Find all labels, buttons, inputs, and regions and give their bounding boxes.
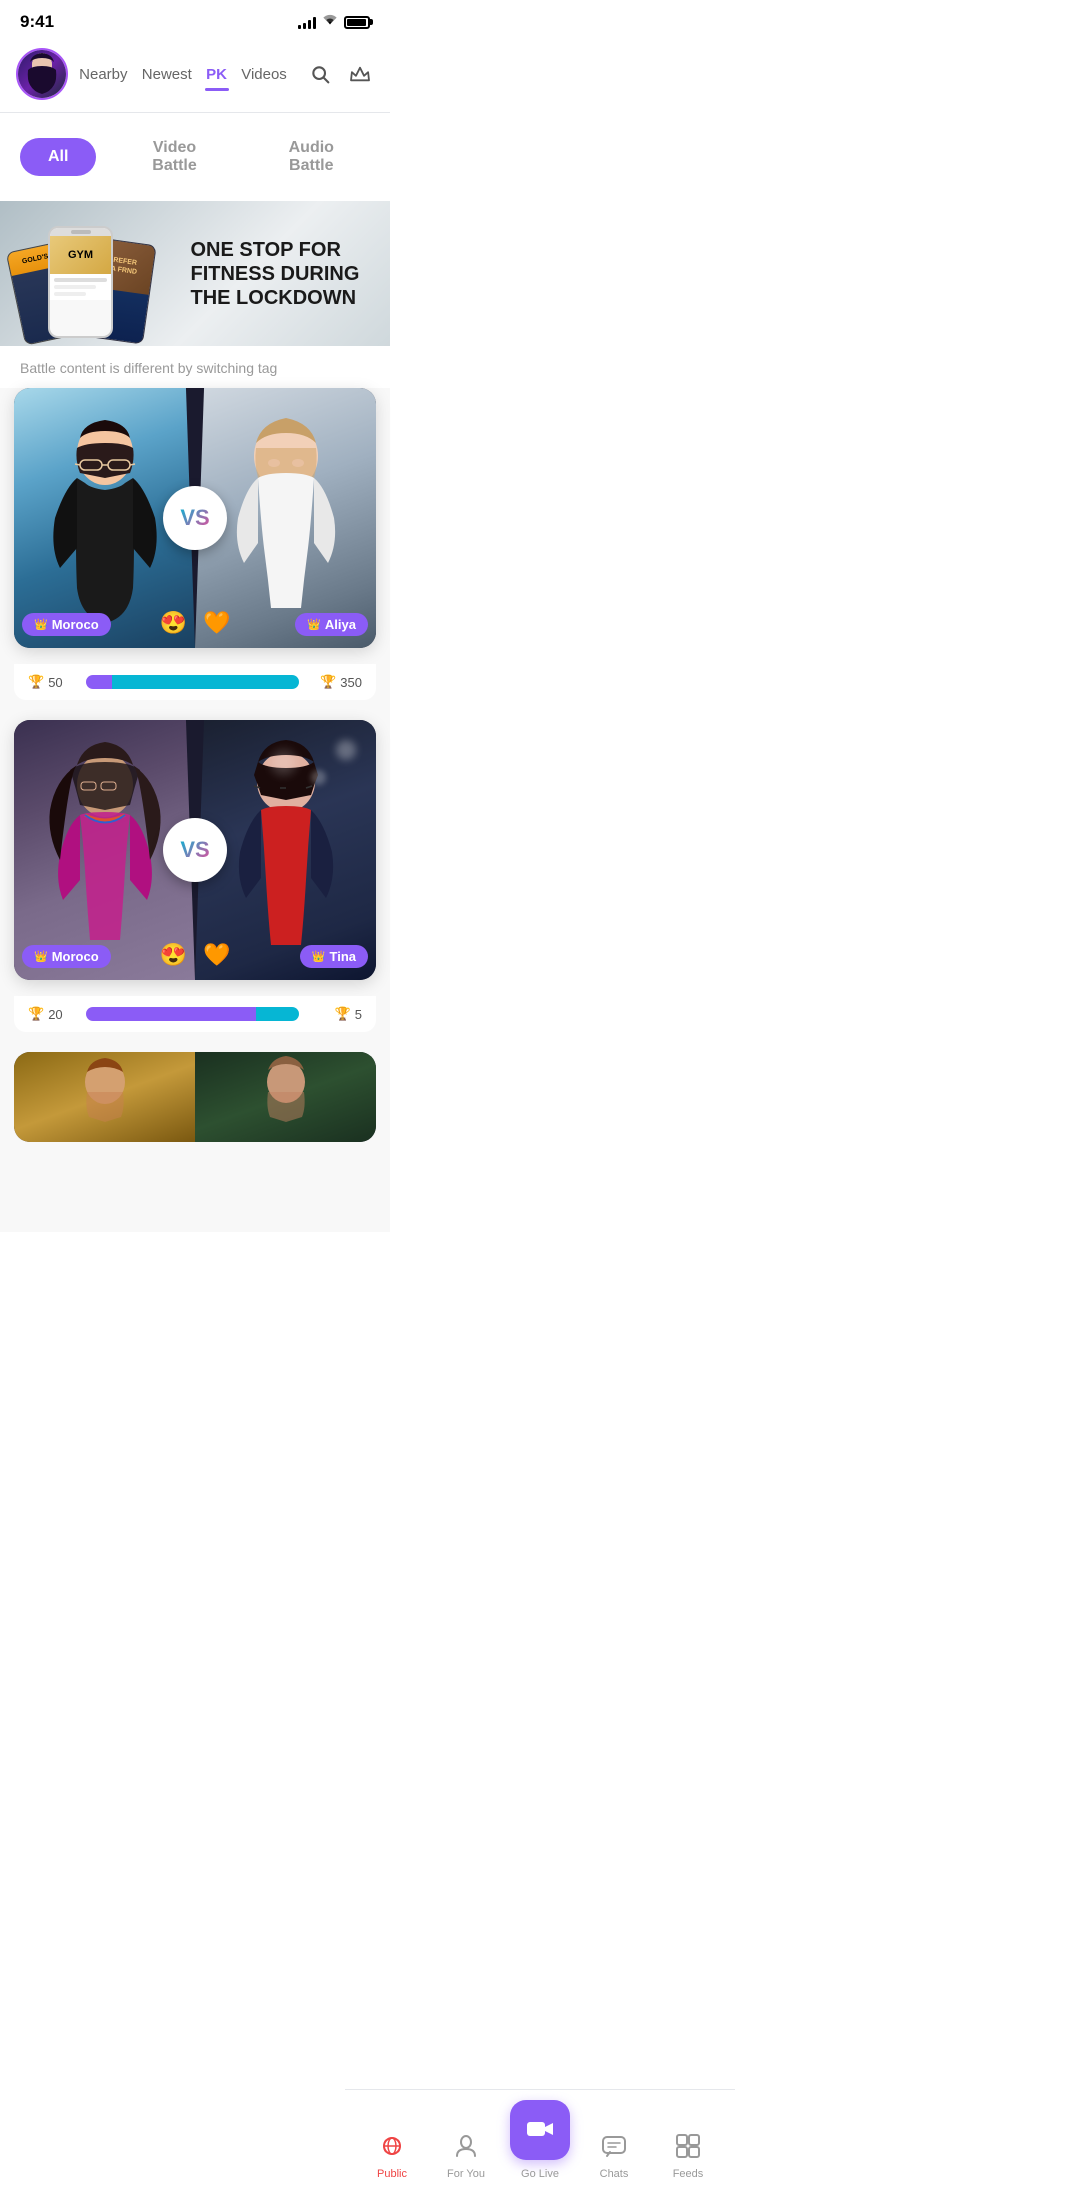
bottom-nav: Public For You Go Live (345, 2089, 735, 2200)
progress-bar-2: 🏆 20 🏆 5 (14, 996, 376, 1032)
wifi-icon (322, 14, 338, 31)
for-you-label: For You (447, 2168, 485, 2180)
chats-icon (602, 2136, 626, 2164)
progress-fill-right-2 (256, 1007, 299, 1021)
battle-name-right-2: 👑 Tina (300, 945, 368, 968)
feeds-icon (676, 2134, 700, 2164)
progress-bar-1: 🏆 50 🏆 350 (14, 664, 376, 700)
status-time: 9:41 (20, 12, 54, 32)
filter-audio-battle-button[interactable]: Audio Battle (253, 129, 370, 185)
tab-newest[interactable]: Newest (140, 62, 194, 87)
battle-emoji-right-2: 🧡 (203, 942, 230, 968)
vs-badge-2: VS (163, 818, 227, 882)
battle-name-right-1: 👑 Aliya (295, 613, 368, 636)
tab-pk[interactable]: PK (204, 62, 229, 87)
filter-video-battle-button[interactable]: Video Battle (116, 129, 232, 185)
battery-icon (344, 16, 370, 29)
chats-label: Chats (600, 2168, 629, 2180)
section-subtitle: Battle content is different by switching… (0, 346, 390, 388)
status-icons (298, 14, 370, 31)
battle-emoji-right-1: 🧡 (203, 610, 230, 636)
nav-public[interactable]: Public (355, 2134, 429, 2180)
score-right-1: 🏆 350 (307, 674, 362, 690)
search-button[interactable] (306, 60, 334, 88)
battle-card-3-partial[interactable] (14, 1052, 376, 1142)
score-right-2: 🏆 5 (307, 1006, 362, 1022)
battle-name-left-2: 👑 Moroco (22, 945, 111, 968)
public-label: Public (377, 2168, 407, 2180)
public-icon (380, 2134, 404, 2164)
for-you-icon (455, 2134, 477, 2164)
progress-track-2 (86, 1007, 299, 1021)
nav-go-live[interactable]: Go Live (503, 2100, 577, 2180)
feeds-label: Feeds (673, 2168, 704, 2180)
user-avatar[interactable] (16, 48, 68, 100)
banner-title: ONE STOP FOR FITNESS DURING THE LOCKDOWN (191, 238, 381, 310)
battle-emoji-left-1: 😍 (160, 610, 187, 636)
crown-button[interactable] (346, 60, 374, 88)
nav-tabs: Nearby Newest PK Videos (72, 62, 294, 87)
score-left-2: 🏆 20 (28, 1006, 78, 1022)
battle-card-2[interactable]: 👑 Moroco 😍 (14, 720, 376, 980)
banner-phones: GOLD'S GYM REFERA FRND (0, 201, 176, 346)
go-live-label: Go Live (521, 2168, 559, 2180)
progress-track-1 (86, 675, 299, 689)
nav-for-you[interactable]: For You (429, 2134, 503, 2180)
promo-banner[interactable]: GOLD'S GYM REFERA FRND (0, 201, 390, 346)
header-icons (306, 60, 374, 88)
filter-all-button[interactable]: All (20, 138, 96, 176)
nav-chats[interactable]: Chats (577, 2136, 651, 2180)
filter-bar: All Video Battle Audio Battle (0, 113, 390, 201)
battle-images-3-partial (14, 1052, 376, 1142)
header-nav: Nearby Newest PK Videos (0, 40, 390, 112)
progress-fill-right-1 (112, 675, 299, 689)
battle-images-2: 👑 Moroco 😍 (14, 720, 376, 980)
battle-images-1: 👑 Moroco 😍 (14, 388, 376, 648)
go-live-button[interactable] (510, 2100, 570, 2160)
battle-emoji-left-2: 😍 (160, 942, 187, 968)
nav-feeds[interactable]: Feeds (651, 2134, 725, 2180)
tab-nearby[interactable]: Nearby (77, 62, 129, 87)
progress-fill-left-2 (86, 1007, 256, 1021)
vs-badge-1: VS (163, 486, 227, 550)
tab-videos[interactable]: Videos (239, 62, 289, 87)
battle-name-left-1: 👑 Moroco (22, 613, 111, 636)
score-left-1: 🏆 50 (28, 674, 78, 690)
battle-card-1[interactable]: 👑 Moroco 😍 (14, 388, 376, 648)
banner-text: ONE STOP FOR FITNESS DURING THE LOCKDOWN (176, 238, 391, 310)
progress-fill-left-1 (86, 675, 112, 689)
status-bar: 9:41 (0, 0, 390, 40)
signal-icon (298, 15, 316, 29)
content-scroll: GOLD'S GYM REFERA FRND (0, 201, 390, 1232)
